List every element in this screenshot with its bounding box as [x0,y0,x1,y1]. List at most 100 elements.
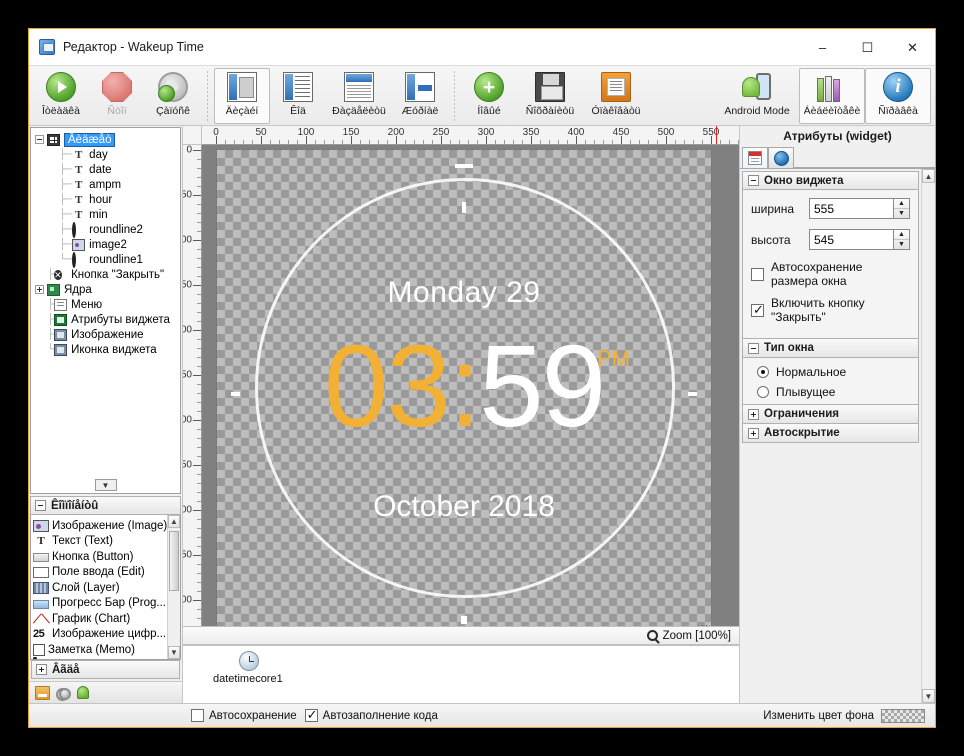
tree-item-widget-attributes[interactable]: ├ Атрибуты виджета [33,312,178,327]
time-display[interactable]: 03:59 [217,328,711,444]
tree-expander-icon[interactable] [35,135,44,144]
spinner-down-icon[interactable]: ▼ [894,209,909,218]
collapse-icon[interactable] [35,500,46,511]
component-item-edit[interactable]: Поле ввода (Edit) [33,565,167,581]
toolbar-button-save[interactable]: Ñîõðàíèòü [517,68,583,124]
expand-icon[interactable] [748,409,759,420]
toolbar-button-help[interactable]: Ñïðàâêà [865,68,931,124]
component-item-text[interactable]: T Текст (Text) [33,534,167,550]
collapse-icon[interactable] [748,343,759,354]
components-scrollbar[interactable]: ▲ ▼ [167,515,180,659]
misc-group-header[interactable]: Âãäå [31,660,180,679]
maximize-button[interactable]: ☐ [845,29,890,65]
tree-item-cores[interactable]: Ядра [33,282,178,297]
component-item-progressbar[interactable]: Прогресс Бар (Prog... [33,596,167,612]
tree-item-date[interactable]: ├─ T date [33,162,178,177]
android-icon[interactable] [77,686,89,699]
status-checkbox-autocomplete[interactable]: Автозаполнение кода [305,709,438,722]
tree-scroll-down-button[interactable]: ▼ [95,479,117,491]
settings-gears-icon[interactable] [56,686,71,700]
checkbox-icon[interactable] [751,304,764,317]
ampm-text[interactable]: PM [597,346,630,372]
spinner-up-icon[interactable]: ▲ [894,230,909,240]
component-item-image[interactable]: Изображение (Image) [33,518,167,534]
widget-design-canvas[interactable]: Monday 29 03:59 PM October 2018 [216,149,712,626]
expand-icon[interactable] [36,664,47,675]
toolbar-button-libraries[interactable]: Áèáëèîòåêè [799,68,865,124]
checkbox-autosave-window-size[interactable]: Автосохранение размера окна [751,260,910,288]
width-spinner-buttons[interactable]: ▲ ▼ [893,198,910,219]
width-input[interactable]: 555 [809,198,893,219]
tree-item-menu[interactable]: ├ Меню [33,297,178,312]
scroll-up-button[interactable]: ▲ [168,515,180,528]
zoom-level-label[interactable]: Zoom [100%] [663,630,731,642]
group-header-window-type[interactable]: Тип окна [742,339,919,358]
toolbar-button-debug[interactable]: Îòëàäêà [33,68,89,124]
toolbar-button-log[interactable]: Æóðíàë [392,68,448,124]
tree-item-widget-icon[interactable]: └ Иконка виджета [33,342,178,357]
toolbar-button-stop[interactable]: Ñòîï [89,68,145,124]
checkbox-icon[interactable] [751,268,764,281]
tree-item-day[interactable]: ├─ T day [33,147,178,162]
close-button[interactable]: ✕ [890,29,935,65]
checkbox-enable-close-button[interactable]: Включить кнопку "Закрыть" [751,296,910,324]
tree-item-min[interactable]: ├─ T min [33,207,178,222]
month-text[interactable]: October 2018 [217,490,711,524]
tab-events[interactable] [768,147,794,168]
tree-item-widget[interactable]: Âèäæåò [33,132,178,147]
scroll-down-button[interactable]: ▼ [922,689,935,703]
radio-icon[interactable] [757,366,769,378]
nonvisual-item-datetimecore1[interactable]: datetimecore1 [221,651,277,685]
tree-item-close-button[interactable]: ├ ✕ Кнопка "Закрыть" [33,267,178,282]
toolbar-button-split[interactable]: Ðàçäåëèòü [326,68,392,124]
component-item-roundline[interactable]: Выгнутая линия [33,658,167,659]
radio-normal[interactable]: Нормальное [757,365,910,379]
scroll-down-button[interactable]: ▼ [168,646,180,659]
attributes-scrollbar[interactable]: ▲ ▼ [921,169,935,703]
tree-expander-icon[interactable] [35,285,44,294]
tree-item-ampm[interactable]: ├─ T ampm [33,177,178,192]
spinner-up-icon[interactable]: ▲ [894,199,909,209]
canvas-viewport[interactable]: Monday 29 03:59 PM October 2018 [202,145,739,626]
component-item-button[interactable]: Кнопка (Button) [33,549,167,565]
toolbar-button-design[interactable]: Äèçàéí [214,68,270,124]
components-list[interactable]: Изображение (Image) T Текст (Text) Кнопк… [30,515,181,660]
day-text[interactable]: Monday 29 [217,276,711,310]
tree-item-image2[interactable]: ├─ image2 [33,237,178,252]
component-item-chart[interactable]: ⟋⟍ График (Chart) [33,611,167,627]
radio-icon[interactable] [757,386,769,398]
component-item-layer[interactable]: Слой (Layer) [33,580,167,596]
expand-icon[interactable] [748,428,759,439]
minimize-button[interactable]: – [800,29,845,65]
width-spinner[interactable]: 555 ▲ ▼ [809,198,910,219]
bg-color-swatch[interactable] [881,709,925,723]
hour-text[interactable]: 03 [324,321,449,451]
height-spinner[interactable]: 545 ▲ ▼ [809,229,910,250]
group-header-autohide[interactable]: Автоскрытие [742,424,919,443]
minute-text[interactable]: 59 [479,321,604,451]
canvas-resize-grip[interactable] [698,625,710,626]
tree-item-hour[interactable]: ├─ T hour [33,192,178,207]
tab-properties[interactable] [742,147,768,168]
project-folder-icon[interactable] [35,686,50,700]
components-group-header[interactable]: Êîìïîíåíòû [30,496,181,515]
object-tree-panel[interactable]: Âèäæåò ├─ T day ├─ T date ├─ T [30,127,181,494]
toolbar-button-code[interactable]: Êîä [270,68,326,124]
radio-floating[interactable]: Плывущее [757,385,910,399]
height-input[interactable]: 545 [809,229,893,250]
scroll-up-button[interactable]: ▲ [922,169,935,183]
checkbox-icon[interactable] [305,709,318,722]
component-item-memo[interactable]: Заметка (Memo) [33,642,167,658]
spinner-down-icon[interactable]: ▼ [894,240,909,249]
component-item-digit-image[interactable]: 25 Изображение цифр... [33,627,167,643]
height-spinner-buttons[interactable]: ▲ ▼ [893,229,910,250]
checkbox-icon[interactable] [191,709,204,722]
nonvisual-components-area[interactable]: datetimecore1 [183,645,739,703]
tree-item-roundline1[interactable]: └─ roundline1 [33,252,178,267]
toolbar-button-package[interactable]: Óïàêîâàòü [583,68,649,124]
status-checkbox-autosave[interactable]: Автосохранение [191,709,297,722]
group-header-window[interactable]: Окно виджета [742,171,919,190]
toolbar-button-new[interactable]: Íîâûé [461,68,517,124]
toolbar-button-run[interactable]: Çàïóñê [145,68,201,124]
toolbar-button-android-mode[interactable]: Android Mode [715,68,799,124]
